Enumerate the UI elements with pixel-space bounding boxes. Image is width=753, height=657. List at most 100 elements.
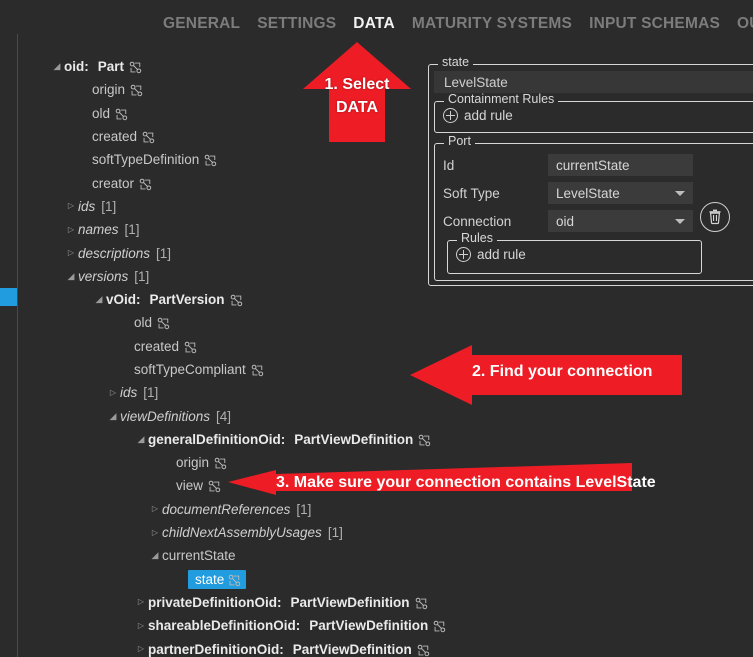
tree-row[interactable]: childNextAssemblyUsages [1] <box>22 521 442 544</box>
tree-row[interactable]: privateDefinitionOid: PartViewDefinition <box>22 591 442 614</box>
twisty-collapsed-icon[interactable] <box>64 226 78 234</box>
twisty-collapsed-icon[interactable] <box>64 249 78 257</box>
tree-row[interactable]: ids [1] <box>22 195 442 218</box>
twisty-expanded-icon[interactable] <box>64 272 78 281</box>
port-id-label: Id <box>443 157 455 173</box>
tree-row-content: creator <box>92 176 152 191</box>
tree-row-selected: state <box>188 569 247 589</box>
tab-settings[interactable]: SETTINGS <box>257 15 336 33</box>
tree-item-type: PartViewDefinition <box>292 641 412 657</box>
link-icon <box>184 341 197 354</box>
port-soft-type-row: Soft Type LevelState <box>443 182 693 204</box>
tree-item-label: descriptions <box>78 245 151 261</box>
port-soft-type-select[interactable]: LevelState <box>548 182 693 204</box>
tab-input-schemas[interactable]: INPUT SCHEMAS <box>589 15 720 33</box>
twisty-collapsed-icon[interactable] <box>134 645 148 653</box>
containment-add-rule-button[interactable]: add rule <box>443 108 513 123</box>
tab-general[interactable]: GENERAL <box>163 15 240 33</box>
tree-row[interactable]: ids [1] <box>22 381 442 404</box>
tab-output-schemas[interactable]: OUTPUT SCH <box>737 15 753 33</box>
tree-item-label: generalDefinitionOid: <box>148 431 286 447</box>
link-icon <box>415 597 428 610</box>
tree-item-label: privateDefinitionOid: <box>148 594 282 610</box>
tree-item-label: view <box>176 478 204 494</box>
tree-item-type: Part <box>97 59 125 75</box>
containment-rules-group: Containment Rules add rule <box>434 93 753 133</box>
tree-row[interactable]: generalDefinitionOid: PartViewDefinition <box>22 428 442 451</box>
tree-item-type: PartVersion <box>149 292 225 308</box>
twisty-collapsed-icon[interactable] <box>148 529 162 537</box>
twisty-expanded-icon[interactable] <box>148 551 162 560</box>
twisty-collapsed-icon[interactable] <box>134 598 148 606</box>
tree-item-label: childNextAssemblyUsages <box>162 525 322 541</box>
tree-row-content: vOid: PartVersion <box>106 292 243 307</box>
tree-row[interactable]: names [1] <box>22 218 442 241</box>
link-icon <box>157 317 170 330</box>
link-icon <box>142 131 155 144</box>
left-divider-rail <box>17 34 18 657</box>
chevron-down-icon <box>675 219 685 224</box>
rules-add-rule-button[interactable]: add rule <box>456 247 526 262</box>
data-model-tree: oid: Part origin old created softTypeDefiniti… <box>22 55 446 657</box>
port-connection-select[interactable]: oid <box>548 210 693 232</box>
link-icon <box>130 85 143 97</box>
link-icon <box>130 84 143 97</box>
twisty-collapsed-icon[interactable] <box>148 505 162 513</box>
tab-maturity-systems[interactable]: MATURITY SYSTEMS <box>412 15 572 33</box>
tree-row-content: oid: Part <box>64 59 142 74</box>
tree-row-content: origin <box>176 455 227 470</box>
tree-row[interactable]: partnerDefinitionOid: PartViewDefinition <box>22 637 442 657</box>
twisty-expanded-icon[interactable] <box>134 435 148 444</box>
tree-row[interactable]: versions [1] <box>22 265 442 288</box>
tree-row-content: old <box>92 106 128 121</box>
containment-add-rule-label: add rule <box>464 108 513 123</box>
tab-data[interactable]: DATA <box>353 15 395 33</box>
tree-item-label: old <box>92 105 111 121</box>
link-icon <box>251 364 264 377</box>
tree-row[interactable]: old <box>22 311 442 334</box>
tree-row-content: created <box>134 339 197 354</box>
tree-row[interactable]: viewDefinitions [4] <box>22 404 442 427</box>
tree-item-label: softTypeDefinition <box>92 152 200 168</box>
tree-item-count: [4] <box>216 408 232 424</box>
rules-group-title: Rules <box>457 232 497 245</box>
containment-rules-title: Containment Rules <box>444 93 559 106</box>
plus-circle-icon <box>443 108 458 123</box>
tree-row[interactable]: vOid: PartVersion <box>22 288 442 311</box>
annotation-step-1-line1: 1. Select <box>324 76 390 93</box>
tree-item-label: softTypeCompliant <box>134 362 246 377</box>
link-icon <box>251 364 264 377</box>
tree-row[interactable]: currentState <box>22 544 442 567</box>
tree-item-label: created <box>134 338 180 354</box>
delete-port-button[interactable] <box>700 202 730 232</box>
tree-item-label: partnerDefinitionOid: <box>148 641 284 657</box>
twisty-collapsed-icon[interactable] <box>134 622 148 630</box>
twisty-collapsed-icon[interactable] <box>64 202 78 210</box>
tree-row[interactable]: creator <box>22 171 442 194</box>
twisty-expanded-icon[interactable] <box>92 295 106 304</box>
tree-row-content: generalDefinitionOid: PartViewDefinition <box>148 432 431 447</box>
annotation-step-2-text: 2. Find your connection <box>472 363 653 380</box>
link-icon <box>129 61 142 74</box>
tree-row[interactable]: state <box>22 568 442 591</box>
link-icon <box>434 620 446 633</box>
tree-row[interactable]: created <box>22 335 442 358</box>
tree-row[interactable]: shareableDefinitionOid: PartViewDefinitio… <box>22 614 446 637</box>
twisty-expanded-icon[interactable] <box>50 62 64 71</box>
link-icon <box>129 61 142 74</box>
port-id-input[interactable]: currentState <box>548 154 693 176</box>
tree-row[interactable]: softTypeCompliant <box>22 358 442 381</box>
port-soft-type-value: LevelState <box>556 185 620 201</box>
tree-row[interactable]: softTypeDefinition <box>22 148 442 171</box>
tree-row[interactable]: descriptions [1] <box>22 241 442 264</box>
annotation-step-3: 3. Make sure your connection contains Le… <box>228 461 753 505</box>
link-icon <box>433 620 446 633</box>
tree-item-label: shareableDefinitionOid: <box>148 618 301 634</box>
twisty-collapsed-icon[interactable] <box>106 389 120 397</box>
twisty-expanded-icon[interactable] <box>106 412 120 421</box>
tree-item-count: [1] <box>101 198 117 214</box>
port-group: Port Id currentState Soft Type LevelStat… <box>434 135 753 281</box>
tree-item-label: created <box>92 129 138 145</box>
tree-item-label: old <box>134 315 153 331</box>
link-icon <box>184 341 197 353</box>
